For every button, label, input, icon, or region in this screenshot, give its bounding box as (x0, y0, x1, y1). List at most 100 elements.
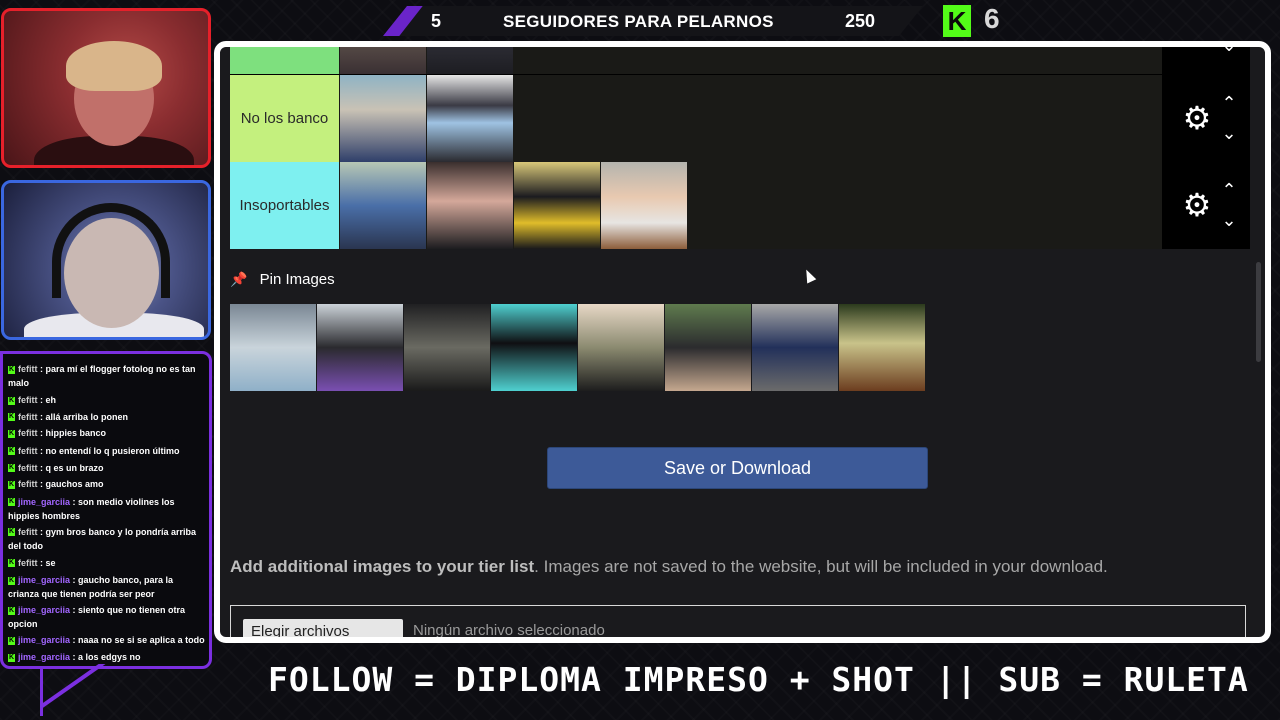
chat-separator: : (37, 479, 46, 489)
mouse-cursor-icon (801, 267, 817, 284)
kick-badge-icon: K (8, 576, 15, 585)
chevron-down-icon[interactable]: ⌄ (1218, 124, 1240, 142)
chat-text: a los edgys no (78, 652, 141, 662)
tier-row[interactable]: No los banco ⚙ ⌃ ⌄ (230, 74, 1250, 162)
chat-panel: Kfefitt : para mí el flogger fotolog no … (0, 351, 212, 669)
chat-separator: : (70, 652, 79, 662)
chevron-up-icon[interactable]: ⌃ (1218, 94, 1240, 112)
choose-files-button[interactable]: Elegir archivos (243, 619, 403, 637)
kick-count: 6 (984, 3, 1000, 34)
chat-tail-diagonal (40, 664, 130, 716)
chat-username[interactable]: fefitt (18, 364, 38, 374)
chat-separator: : (37, 364, 46, 374)
chat-text: eh (45, 395, 57, 405)
kick-badge-icon: K (8, 528, 15, 537)
chevron-up-icon[interactable]: ⌃ (1218, 181, 1240, 199)
tier-controls: ⚙ ⌃ ⌄ (1162, 75, 1250, 162)
chat-text: allá arriba lo ponen (45, 411, 129, 422)
chat-message: Kfefitt : q es un brazo (8, 460, 205, 477)
chat-separator: : (37, 526, 46, 537)
banner-title: SEGUIDORES PARA PELARNOS (503, 12, 774, 31)
bottom-banner: FOLLOW = DIPLOMA IMPRESO + SHOT || SUB =… (268, 660, 1249, 699)
top-banner: 5 SEGUIDORES PARA PELARNOS 250 (383, 6, 923, 36)
chat-message: Kfefitt : eh (8, 392, 205, 409)
gear-icon[interactable]: ⚙ (1182, 102, 1212, 134)
pool-image[interactable] (317, 304, 403, 391)
chat-text: gauchos amo (45, 479, 104, 489)
chat-username[interactable]: fefitt (18, 558, 38, 568)
tier-image-ukulele[interactable] (601, 162, 687, 249)
tier-row[interactable]: ⌄ (230, 47, 1250, 74)
chat-message: Kfefitt : se (8, 555, 205, 572)
chevron-down-icon[interactable]: ⌄ (1218, 211, 1240, 229)
pool-image[interactable] (665, 304, 751, 391)
tier-label[interactable] (230, 47, 339, 74)
tier-image-edgy[interactable] (427, 162, 513, 249)
chat-username[interactable]: jime_garciia (18, 635, 70, 645)
chat-username[interactable]: fefitt (18, 412, 38, 422)
file-upload-field[interactable]: Elegir archivos Ningún archivo seleccion… (230, 605, 1246, 639)
scrollbar[interactable] (1256, 262, 1261, 362)
chat-message: Kjime_garciia : siento que no tienen otr… (8, 603, 205, 631)
file-status-text: Ningún archivo seleccionado (413, 622, 605, 639)
add-images-note: . Images are not saved to the website, b… (534, 557, 1108, 576)
chat-username[interactable]: fefitt (18, 463, 38, 473)
kick-logo: K (943, 5, 971, 37)
tier-label[interactable]: No los banco (230, 75, 339, 162)
chat-separator: : (70, 635, 79, 645)
pushpin-icon: 📌 (230, 271, 248, 287)
pool-image[interactable] (752, 304, 838, 391)
chat-message: Kfefitt : gauchos amo (8, 476, 205, 493)
follower-goal: 250 (845, 11, 876, 31)
tierlist-browser-panel[interactable]: ⌄ No los banco ⚙ ⌃ ⌄ Insoportables ⚙ ⌃ ⌄… (214, 41, 1271, 643)
pool-image[interactable] (839, 304, 925, 391)
chevron-down-icon[interactable]: ⌄ (1218, 47, 1240, 54)
chat-separator: : (70, 605, 79, 615)
kick-badge-icon: K (8, 396, 15, 405)
webcam-hair (66, 41, 162, 91)
chat-text: naaa no se si se aplica a todo (78, 635, 205, 645)
chat-username[interactable]: jime_garciia (18, 652, 70, 662)
chat-separator: : (37, 411, 46, 422)
chat-username[interactable]: fefitt (18, 446, 38, 456)
follower-count: 5 (431, 11, 442, 31)
tier-image-rocker[interactable] (427, 75, 513, 162)
tier-image-gymbros[interactable] (340, 162, 426, 249)
chat-message: Kjime_garciia : gaucho banco, para la cr… (8, 573, 205, 601)
chat-text: se (45, 557, 56, 568)
chat-username[interactable]: fefitt (18, 428, 38, 438)
tier-image-costume[interactable] (514, 162, 600, 249)
chat-username[interactable]: jime_garciia (18, 497, 70, 507)
chat-separator: : (37, 462, 46, 473)
chat-username[interactable]: jime_garciia (18, 605, 70, 615)
kick-badge-icon: K (8, 365, 15, 374)
add-images-heading: Add additional images to your tier list (230, 557, 535, 576)
kick-badge-icon: K (8, 429, 15, 438)
chat-separator: : (37, 395, 46, 405)
chat-username[interactable]: fefitt (18, 395, 38, 405)
gear-icon[interactable]: ⚙ (1182, 189, 1212, 221)
kick-badge-icon: K (8, 606, 15, 615)
tier-label[interactable]: Insoportables (230, 162, 339, 249)
save-or-download-button[interactable]: Save or Download (547, 447, 928, 489)
chat-text: q es un brazo (45, 462, 104, 473)
kick-badge-icon: K (8, 447, 15, 456)
kick-badge-icon: K (8, 480, 15, 489)
tier-image-gauchos[interactable] (340, 75, 426, 162)
tier-image[interactable] (427, 47, 513, 74)
pool-image[interactable] (404, 304, 490, 391)
pool-image[interactable] (491, 304, 577, 391)
tier-image[interactable] (340, 47, 426, 74)
pool-image[interactable] (578, 304, 664, 391)
chat-message: Kfefitt : no entendí lo q pusieron últim… (8, 444, 205, 458)
chat-text: hippies banco (45, 428, 107, 438)
chat-text: no entendí lo q pusieron último (45, 445, 180, 456)
kick-badge-icon: K (8, 653, 15, 662)
kick-badge-icon: K (8, 636, 15, 645)
chat-username[interactable]: fefitt (18, 479, 38, 489)
chat-username[interactable]: fefitt (18, 527, 38, 537)
tier-row[interactable]: Insoportables ⚙ ⌃ ⌄ (230, 162, 1250, 249)
chat-username[interactable]: jime_garciia (18, 575, 70, 585)
chat-separator: : (37, 445, 46, 456)
pool-image[interactable] (230, 304, 316, 391)
